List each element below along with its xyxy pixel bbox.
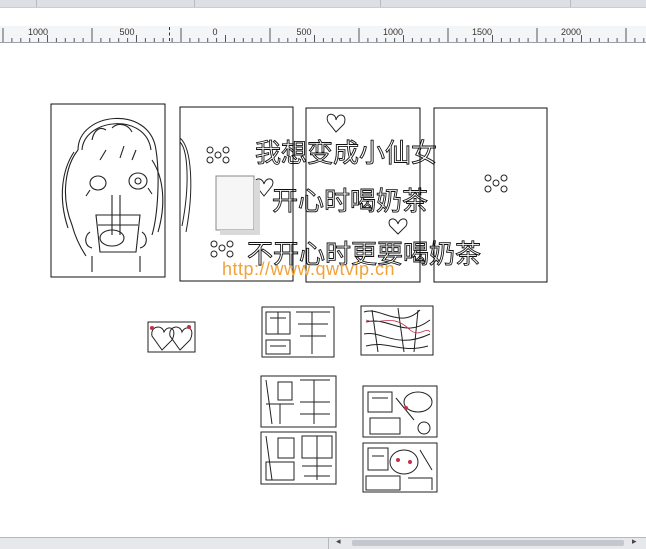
tab-segment[interactable] xyxy=(0,0,37,7)
watermark-text: http://www.qwtvip.cn xyxy=(222,259,396,279)
scroll-right-arrow-icon[interactable]: ▸ xyxy=(632,537,637,547)
sticker-scribble[interactable] xyxy=(360,305,434,356)
scrollbar-divider xyxy=(328,538,329,549)
sticker-text-2[interactable] xyxy=(260,375,337,428)
sticker-face[interactable] xyxy=(362,385,438,438)
tab-segment[interactable] xyxy=(36,0,195,7)
tab-segment[interactable] xyxy=(380,0,571,7)
ruler-label: 0 xyxy=(212,27,218,37)
sticker-hearts[interactable] xyxy=(147,321,196,353)
ruler-label: 500 xyxy=(296,27,312,37)
ruler-cursor-marker xyxy=(169,27,170,41)
ruler-label: 2000 xyxy=(560,27,582,37)
scroll-left-arrow-icon[interactable]: ◂ xyxy=(336,537,341,547)
artwork-layer[interactable]: 我想变成小仙女 开心时喝奶茶 不开心时更要喝奶茶 xyxy=(0,43,646,537)
slogan-row-2[interactable]: 开心时喝奶茶 xyxy=(272,187,429,218)
drawing-canvas[interactable]: 我想变成小仙女 开心时喝奶茶 不开心时更要喝奶茶 http://www.qwtv… xyxy=(0,43,646,537)
window-tab-strip xyxy=(0,0,646,8)
horizontal-scrollbar[interactable]: ◂ ▸ xyxy=(0,537,646,549)
sticker-girl-face[interactable] xyxy=(362,442,438,493)
ruler-label: 1000 xyxy=(382,27,404,37)
horizontal-ruler[interactable]: 1000 500 0 500 1000 1500 2000 xyxy=(0,26,646,43)
ruler-label: 1000 xyxy=(27,27,49,37)
ruler-label: 500 xyxy=(119,27,135,37)
sticker-text-3[interactable] xyxy=(260,431,337,485)
slogan-row-1[interactable]: 我想变成小仙女 xyxy=(255,139,438,170)
artboard-girl[interactable] xyxy=(50,103,166,278)
scrollbar-thumb[interactable] xyxy=(352,540,624,546)
ruler-label: 1500 xyxy=(471,27,493,37)
sticker-text-1[interactable] xyxy=(261,306,335,358)
tab-segment[interactable] xyxy=(194,0,381,7)
ruler-ticks xyxy=(2,28,645,42)
